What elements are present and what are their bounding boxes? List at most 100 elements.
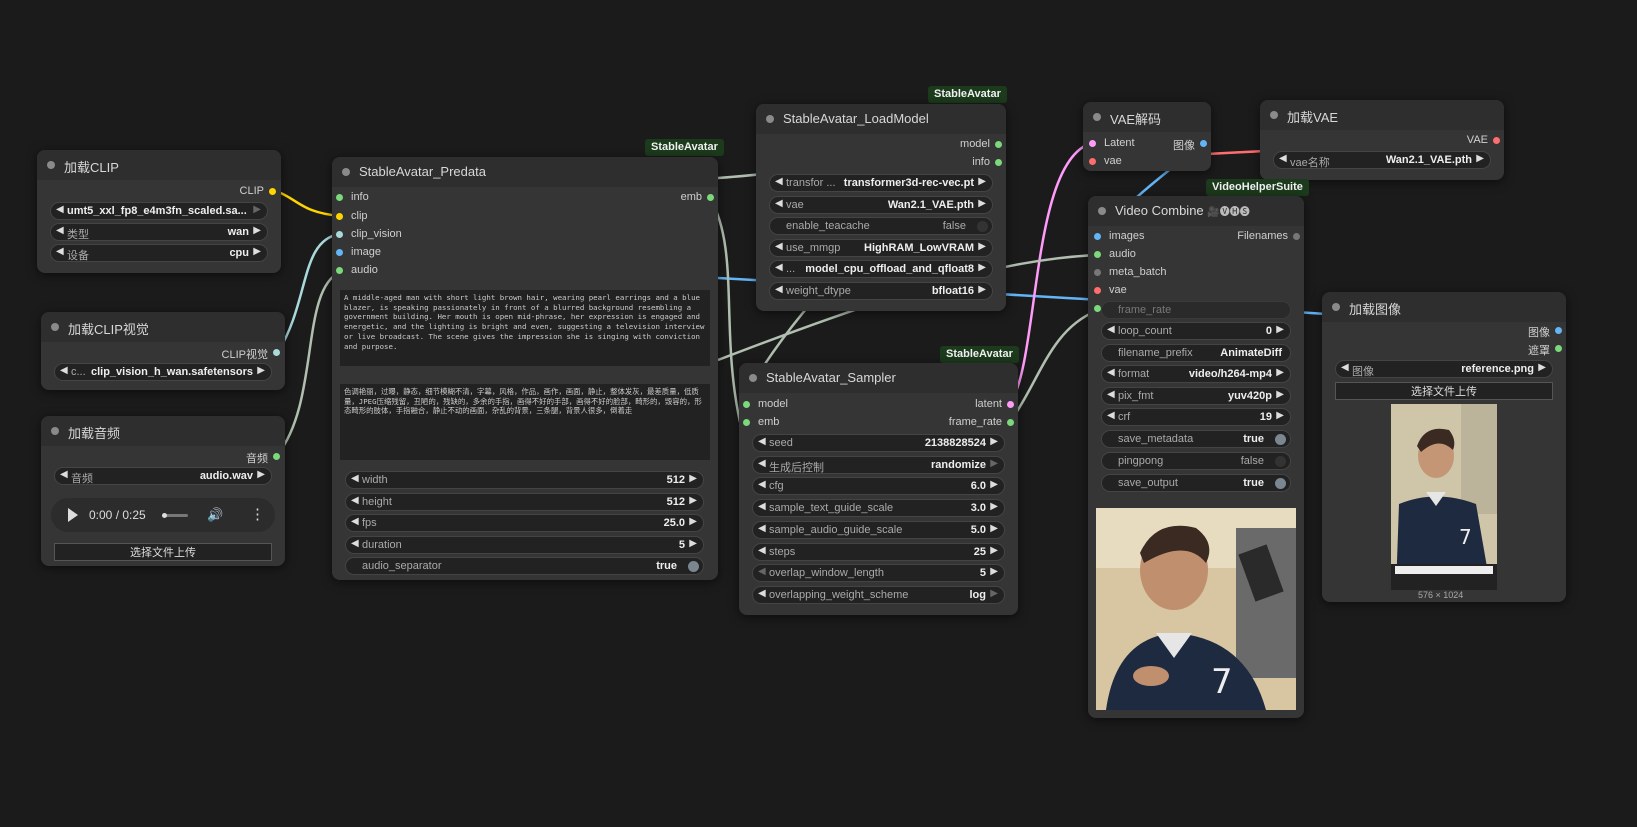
toggle-knob[interactable] — [1275, 434, 1286, 445]
node-stableavatar-loadmodel[interactable]: StableAvatar_LoadModel model info ◀ trans… — [756, 104, 1006, 311]
arrow-left-icon[interactable]: ◀ — [758, 545, 766, 556]
arrow-left-icon[interactable]: ◀ — [775, 241, 783, 252]
arrow-right-icon[interactable]: ▶ — [253, 204, 261, 215]
collapse-dot[interactable] — [51, 427, 59, 435]
arrow-left-icon[interactable]: ◀ — [1279, 153, 1287, 164]
arrow-right-icon[interactable]: ▶ — [253, 225, 261, 236]
arrow-right-icon[interactable]: ▶ — [978, 198, 986, 209]
toggle-knob[interactable] — [977, 221, 988, 232]
format-combo[interactable]: ◀ format video/h264-mp4 ▶ — [1101, 365, 1291, 383]
arrow-left-icon[interactable]: ◀ — [60, 469, 68, 480]
seed-number[interactable]: ◀ seed 2138828524 ▶ — [752, 434, 1005, 452]
node-graph-canvas[interactable]: 加载CLIP CLIP ◀ umt5_xxl_fp8_e4m3fn_scaled.… — [0, 0, 1637, 827]
arrow-right-icon[interactable]: ▶ — [990, 458, 998, 469]
arrow-right-icon[interactable]: ▶ — [978, 284, 986, 295]
type-combo[interactable]: ◀ 类型 wan ▶ — [50, 223, 268, 241]
overlap-window-number[interactable]: ◀ overlap_window_length 5 ▶ — [752, 564, 1005, 582]
arrow-right-icon[interactable]: ▶ — [990, 436, 998, 447]
arrow-right-icon[interactable]: ▶ — [978, 241, 986, 252]
arrow-left-icon[interactable]: ◀ — [351, 538, 359, 549]
more-options-icon[interactable]: ⋮ — [250, 505, 265, 523]
node-load-audio[interactable]: 加载音频 音频 ◀ 音频 audio.wav ▶ 0:00 / 0:25 🔊 ⋮ 选择… — [41, 416, 285, 566]
output-emb[interactable]: emb — [681, 191, 714, 203]
collapse-dot[interactable] — [749, 374, 757, 382]
fps-number[interactable]: ◀ fps 25.0 ▶ — [345, 514, 704, 532]
arrow-right-icon[interactable]: ▶ — [689, 473, 697, 484]
mask-output-dot[interactable] — [1555, 345, 1562, 352]
output-model[interactable]: model — [960, 138, 1002, 150]
input-meta-batch[interactable]: meta_batch — [1094, 266, 1166, 278]
node-load-clip-vision[interactable]: 加载CLIP视觉 CLIP视觉 ◀ c... clip_vision_h_wan.s… — [41, 312, 285, 390]
arrow-right-icon[interactable]: ▶ — [689, 538, 697, 549]
clip-vision-combo[interactable]: ◀ c... clip_vision_h_wan.safetensors ▶ — [54, 363, 272, 381]
node-stableavatar-predata[interactable]: StableAvatar_Predata info clip clip_visi… — [332, 157, 718, 580]
filenames-output-dot[interactable] — [1293, 233, 1300, 240]
arrow-right-icon[interactable]: ▶ — [990, 545, 998, 556]
arrow-left-icon[interactable]: ◀ — [758, 436, 766, 447]
toggle-knob[interactable] — [1275, 478, 1286, 489]
audio-file-combo[interactable]: ◀ 音频 audio.wav ▶ — [54, 467, 272, 485]
input-clip[interactable]: clip — [336, 210, 368, 222]
arrow-right-icon[interactable]: ▶ — [1476, 153, 1484, 164]
width-number[interactable]: ◀ width 512 ▶ — [345, 471, 704, 489]
toggle-knob[interactable] — [688, 561, 699, 572]
arrow-left-icon[interactable]: ◀ — [1341, 362, 1349, 373]
info-input-dot[interactable] — [336, 194, 343, 201]
node-title-bar[interactable]: StableAvatar_Sampler — [739, 363, 1018, 393]
input-vae[interactable]: vae — [1094, 284, 1127, 296]
node-video-combine[interactable]: Video Combine 🎥🅥🅗🅢 images audio meta_bat… — [1088, 196, 1304, 718]
output-vae[interactable]: VAE — [1467, 134, 1500, 146]
arrow-left-icon[interactable]: ◀ — [1107, 367, 1115, 378]
node-load-vae[interactable]: 加载VAE VAE ◀ vae名称 Wan2.1_VAE.pth ▶ — [1260, 100, 1504, 180]
crf-number[interactable]: ◀ crf 19 ▶ — [1101, 408, 1291, 426]
input-emb[interactable]: emb — [743, 416, 779, 428]
input-model[interactable]: model — [743, 398, 788, 410]
collapse-dot[interactable] — [1270, 111, 1278, 119]
arrow-left-icon[interactable]: ◀ — [351, 473, 359, 484]
input-image[interactable]: image — [336, 246, 381, 258]
images-input-dot[interactable] — [1094, 233, 1101, 240]
arrow-left-icon[interactable]: ◀ — [56, 225, 64, 236]
node-title-bar[interactable]: VAE解码 — [1083, 102, 1211, 132]
offload-combo[interactable]: ◀... model_cpu_offload_and_qfloat8 ▶ — [769, 260, 993, 278]
arrow-left-icon[interactable]: ◀ — [775, 262, 783, 273]
arrow-left-icon[interactable]: ◀ — [758, 458, 766, 469]
output-mask[interactable]: 遮罩 — [1528, 342, 1562, 358]
arrow-right-icon[interactable]: ▶ — [1276, 367, 1284, 378]
node-title-bar[interactable]: 加载图像 — [1322, 292, 1566, 322]
negative-prompt-textarea[interactable]: 色调艳丽，过曝，静态，细节模糊不清，字幕，风格，作品，画作，画面，静止，整体发灰… — [340, 384, 710, 460]
arrow-right-icon[interactable]: ▶ — [1276, 389, 1284, 400]
node-title-bar[interactable]: 加载VAE — [1260, 100, 1504, 130]
clip-vision-output-dot[interactable] — [273, 349, 280, 356]
pingpong-toggle[interactable]: pingpong false — [1101, 452, 1291, 470]
arrow-right-icon[interactable]: ▶ — [990, 523, 998, 534]
node-title-bar[interactable]: StableAvatar_LoadModel — [756, 104, 1006, 134]
clip-vision-input-dot[interactable] — [336, 231, 343, 238]
image-input-dot[interactable] — [336, 249, 343, 256]
arrow-right-icon[interactable]: ▶ — [1276, 410, 1284, 421]
node-title-bar[interactable]: 加载音频 — [41, 416, 285, 446]
arrow-left-icon[interactable]: ◀ — [758, 566, 766, 577]
cfg-number[interactable]: ◀ cfg 6.0 ▶ — [752, 477, 1005, 495]
node-title-bar[interactable]: 加载CLIP — [37, 150, 281, 180]
arrow-right-icon[interactable]: ▶ — [990, 588, 998, 599]
node-title-bar[interactable]: Video Combine 🎥🅥🅗🅢 — [1088, 196, 1304, 226]
steps-number[interactable]: ◀ steps 25 ▶ — [752, 543, 1005, 561]
height-number[interactable]: ◀ height 512 ▶ — [345, 493, 704, 511]
frame-rate-widget[interactable]: frame_rate — [1101, 301, 1291, 319]
audio-guide-scale-number[interactable]: ◀ sample_audio_guide_scale 5.0 ▶ — [752, 521, 1005, 539]
vae-combo[interactable]: ◀ vae Wan2.1_VAE.pth ▶ — [769, 196, 993, 214]
filename-prefix-text[interactable]: filename_prefix AnimateDiff — [1101, 344, 1291, 362]
arrow-left-icon[interactable]: ◀ — [775, 198, 783, 209]
arrow-left-icon[interactable]: ◀ — [1107, 324, 1115, 335]
output-image[interactable]: 图像 — [1528, 324, 1562, 340]
device-combo[interactable]: ◀ 设备 cpu ▶ — [50, 244, 268, 262]
vae-input-dot[interactable] — [1094, 287, 1101, 294]
node-title-bar[interactable]: StableAvatar_Predata — [332, 157, 718, 187]
arrow-right-icon[interactable]: ▶ — [253, 246, 261, 257]
arrow-left-icon[interactable]: ◀ — [56, 204, 64, 215]
node-load-image[interactable]: 加载图像 图像 遮罩 ◀ 图像 reference.png ▶ 选择文件上传 7 57… — [1322, 292, 1566, 602]
loop-count-number[interactable]: ◀ loop_count 0 ▶ — [1101, 322, 1291, 340]
arrow-left-icon[interactable]: ◀ — [351, 516, 359, 527]
input-images[interactable]: images — [1094, 230, 1144, 242]
